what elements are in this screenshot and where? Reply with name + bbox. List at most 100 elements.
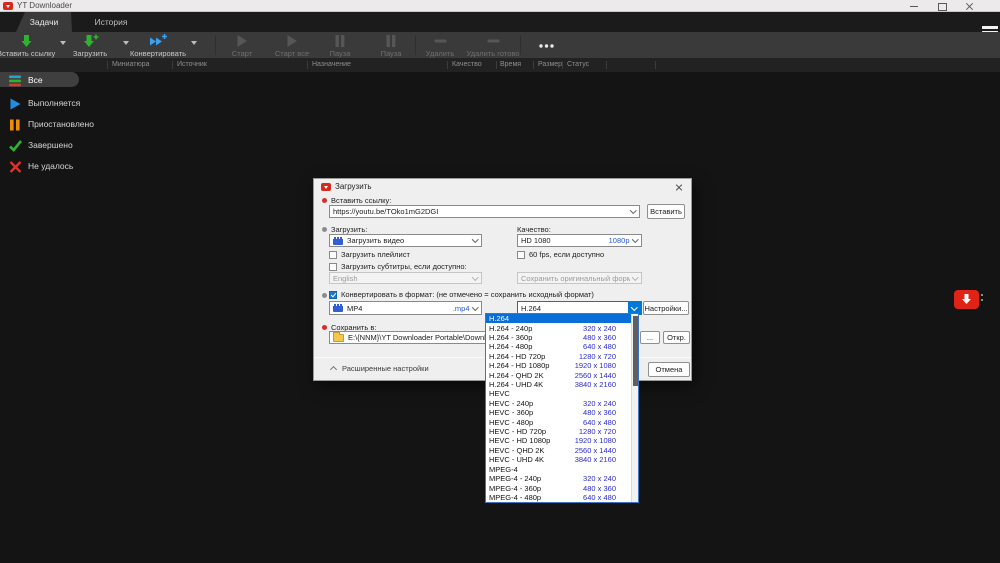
play-icon [217,34,267,48]
format-option[interactable]: MPEG-4 - 240p320 x 240 [486,474,638,483]
section-bullet-url [322,198,327,203]
title-bar: YT Downloader [0,0,1000,12]
sidebar-item-paused[interactable]: Приостановлено [0,116,94,131]
dialog-app-icon [321,183,331,191]
toolbar-button-play-3[interactable]: Старт [217,33,267,57]
subtitle-format-select[interactable]: Сохранить оригинальный формат (.vtt) [517,272,642,284]
settings-button[interactable]: Настройки... [643,301,689,315]
download-mode-select[interactable]: Загрузить видео [329,234,482,247]
tab-history[interactable]: История [82,12,140,32]
format-option[interactable]: MPEG-4 - 360p480 x 360 [486,483,638,492]
url-input[interactable]: https://youtu.be/TOko1mG2DGI [329,205,640,218]
toolbar-button-minus-8[interactable]: Удалить готово [459,33,527,57]
sidebar-item-running[interactable]: Выполняется [0,95,80,110]
video-icon [333,237,343,245]
format-option[interactable]: H.264 - UHD 4K3840 x 2160 [486,380,638,389]
fps60-checkbox[interactable]: 60 fps, если доступно [517,250,604,259]
quality-tag: 1080p [609,236,630,245]
column-header-6[interactable]: Размер [538,61,562,68]
advanced-settings-toggle[interactable]: Расширенные настройки [342,364,429,373]
play-icon [266,34,318,48]
column-header-2[interactable]: Источник [177,61,207,68]
format-option[interactable]: HEVC - 240p320 x 240 [486,399,638,408]
chevron-down-icon [472,274,478,280]
format-option[interactable]: HEVC [486,389,638,398]
format-option[interactable]: HEVC - 360p480 x 360 [486,408,638,417]
sidebar-item-done[interactable]: Завершено [0,137,73,152]
toolbar-button-pause-5[interactable]: Пауза [318,33,362,57]
sidebar-item-failed[interactable]: Не удалось [0,158,73,173]
quality-select[interactable]: HD 1080 1080p [517,234,642,247]
container-ext: .mp4 [453,304,470,313]
failed-icon [9,160,22,172]
column-separator [533,61,534,69]
url-label: Вставить ссылку: [331,196,391,205]
column-header-3[interactable]: Назначение [312,61,351,68]
format-option[interactable]: H.264 - 480p640 x 480 [486,342,638,351]
running-icon [9,97,22,109]
paste-button[interactable]: Вставить [647,204,685,219]
quality-label: Качество: [517,225,551,234]
format-option[interactable]: MPEG-4 - 480p640 x 480 [486,493,638,502]
toolbar-button-paste-link-0[interactable]: Вставить ссылку [0,33,55,57]
chevron-up-icon [330,366,337,373]
toolbar-button-play-4[interactable]: Старт все [266,33,318,57]
chevron-down-icon [472,236,478,242]
playlist-checkbox[interactable]: Загрузить плейлист [329,250,410,259]
toolbar-dropdown-caret-icon[interactable] [191,41,197,45]
column-header-row: Миниатюра Источник Назначение Качество Время… [0,58,1000,72]
more-icon [531,39,561,53]
container-format-select[interactable]: MP4 .mp4 [329,301,482,315]
toolbar-button-more-9[interactable] [531,33,561,57]
browse-button[interactable]: ... [640,331,660,344]
format-option[interactable]: MPEG-4 [486,465,638,474]
toolbar-button-convert-2[interactable]: Конвертировать [122,33,194,57]
minus-icon [415,34,465,48]
window-title: YT Downloader [17,1,72,10]
download-badge-icon [954,290,979,309]
dropdown-scrollbar[interactable] [631,314,638,502]
column-separator [172,61,173,69]
toolbar: Вставить ссылку ЗагрузитьКонвертировать Ст… [0,32,1000,58]
video-icon [333,304,343,312]
format-option[interactable]: H.264 - QHD 2K2560 x 1440 [486,370,638,379]
toolbar-button-download-plus-1[interactable]: Загрузить [63,33,117,57]
column-header-1[interactable]: Миниатюра [112,61,150,68]
column-separator [447,61,448,69]
paste-link-icon [0,34,55,48]
sidebar-item-filter-all[interactable]: Все [0,72,79,87]
chevron-down-icon [632,274,638,280]
format-option[interactable]: HEVC - HD 720p1280 x 720 [486,427,638,436]
cancel-button[interactable]: Отмена [648,362,690,377]
convert-checkbox[interactable]: Конвертировать в формат: (не отмечено = … [329,290,594,299]
format-option[interactable]: HEVC - QHD 2K2560 x 1440 [486,446,638,455]
subtitles-checkbox[interactable]: Загрузить субтитры, если доступно: [329,262,467,271]
close-icon[interactable] [960,0,980,12]
scrollbar-thumb[interactable] [633,316,638,386]
tab-tasks[interactable]: Задачи [16,12,72,32]
chevron-down-icon [632,236,638,242]
dialog-close-icon[interactable] [672,181,686,193]
toolbar-button-minus-7[interactable]: Удалить [415,33,465,57]
column-header-4[interactable]: Качество [452,61,482,68]
toolbar-button-pause-6[interactable]: Пауза [369,33,413,57]
format-option[interactable]: H.264 - 360p480 x 360 [486,333,638,342]
format-option[interactable]: H.264 - HD 720p1280 x 720 [486,352,638,361]
format-option[interactable]: HEVC - 480p640 x 480 [486,417,638,426]
chevron-down-icon [472,304,478,310]
column-header-7[interactable]: Статус [567,61,589,68]
format-option[interactable]: H.264 - HD 1080p1920 x 1080 [486,361,638,370]
column-header-5[interactable]: Время [500,61,521,68]
subtitle-language-select[interactable]: English [329,272,482,284]
floating-download-widget[interactable] [954,290,988,311]
maximize-icon[interactable] [932,0,952,12]
pause-icon [318,34,362,48]
convert-icon [122,34,194,48]
open-folder-button[interactable]: Откр. [663,331,690,344]
minimize-icon[interactable] [904,0,924,12]
format-option[interactable]: HEVC - HD 1080p1920 x 1080 [486,436,638,445]
format-option[interactable]: H.264 [486,314,638,323]
format-option[interactable]: H.264 - 240p320 x 240 [486,323,638,332]
done-icon [9,139,22,151]
format-option[interactable]: HEVC - UHD 4K3840 x 2160 [486,455,638,464]
